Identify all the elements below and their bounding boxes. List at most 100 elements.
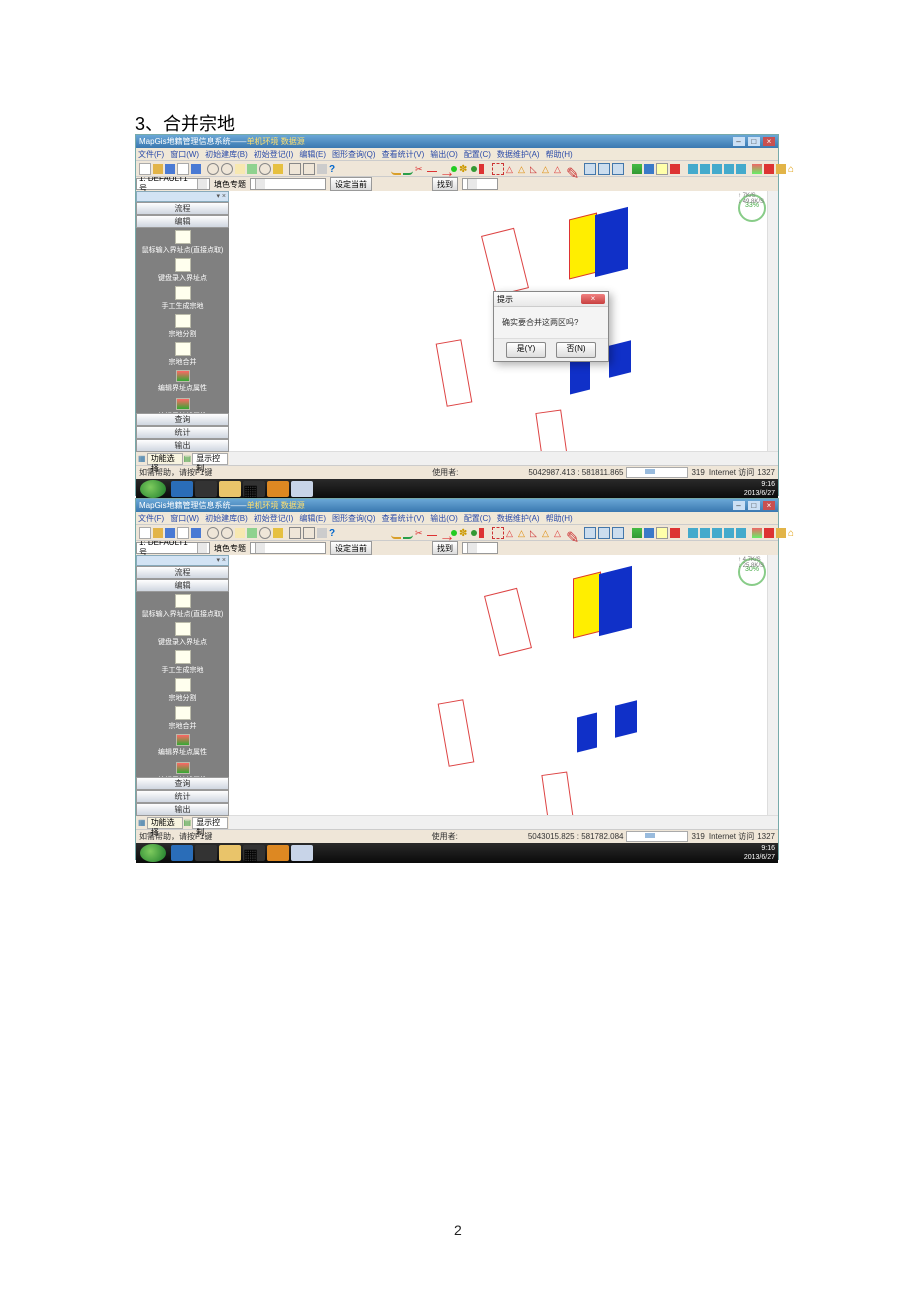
sidebar-btn-stat[interactable]: 统计 [136, 790, 229, 803]
tri3-icon[interactable]: ◺ [530, 164, 540, 174]
theme-combo[interactable] [250, 178, 326, 190]
sidebar-item-merge[interactable]: 宗地合并 [136, 704, 229, 732]
sidebar-item-jzd-attr[interactable]: 编辑界址点属性 [136, 368, 229, 396]
stamp-icon[interactable] [764, 528, 774, 538]
folder-icon[interactable] [776, 164, 786, 174]
sidebar-item-mouse-jzd[interactable]: 鼠标输入界址点(直接点取) [136, 592, 229, 620]
tri4-icon[interactable]: △ [542, 528, 552, 538]
tri1-icon[interactable]: △ [506, 528, 516, 538]
sidebar-btn-stat[interactable]: 统计 [136, 426, 229, 439]
menu-window[interactable]: 窗口(W) [170, 513, 199, 524]
tab-func[interactable]: 功能选择 [147, 453, 183, 465]
zoomout-icon[interactable] [221, 527, 233, 539]
lock-icon[interactable] [273, 164, 283, 174]
dialog-yes-button[interactable]: 是(Y) [506, 342, 546, 358]
lock-icon[interactable] [273, 528, 283, 538]
taskbar-explorer-icon[interactable] [219, 845, 241, 861]
menu-datamaint[interactable]: 数据维护(A) [497, 513, 540, 524]
sidebar-btn-flow[interactable]: 流程 [136, 566, 229, 579]
print-icon[interactable] [317, 164, 327, 174]
taskbar-clock[interactable]: 9:16 2013/6/27 [744, 480, 775, 498]
sidebar-btn-output[interactable]: 输出 [136, 803, 229, 816]
cut-icon[interactable]: ✂ [415, 528, 425, 538]
sidebar-header[interactable]: ▾ × [136, 191, 229, 202]
open-icon[interactable] [153, 164, 163, 174]
legend-icon[interactable] [656, 163, 668, 175]
tri5-icon[interactable]: △ [554, 528, 564, 538]
table3-icon[interactable] [612, 163, 624, 175]
sidebar-btn-output[interactable]: 输出 [136, 439, 229, 452]
dialog-close-button[interactable]: × [581, 294, 605, 304]
vertical-scrollbar[interactable] [767, 555, 778, 816]
maximize-button[interactable]: □ [748, 501, 760, 510]
saveall-icon[interactable] [191, 528, 201, 538]
tab-disp[interactable]: 显示控制 [192, 817, 228, 829]
sidebar-btn-flow[interactable]: 流程 [136, 202, 229, 215]
menu-output[interactable]: 输出(O) [430, 149, 458, 160]
new-icon[interactable] [139, 163, 151, 175]
cut-icon[interactable]: ✂ [415, 164, 425, 174]
tri2-icon[interactable]: △ [518, 164, 528, 174]
taskbar-lib-icon[interactable] [195, 845, 217, 861]
legend-icon[interactable] [656, 527, 668, 539]
menu-initdb[interactable]: 初始建库(B) [205, 149, 248, 160]
tab-func[interactable]: 功能选择 [147, 817, 183, 829]
set-current-button[interactable]: 设定当前 [330, 541, 372, 555]
table2-icon[interactable] [598, 163, 610, 175]
table2-icon[interactable] [598, 527, 610, 539]
grid2-icon[interactable] [303, 163, 315, 175]
start-button[interactable] [140, 844, 166, 862]
zoomout-icon[interactable] [221, 163, 233, 175]
horizontal-scrollbar[interactable] [229, 815, 778, 829]
table1-icon[interactable] [584, 163, 596, 175]
stamp-icon[interactable] [764, 164, 774, 174]
layers-icon[interactable] [632, 528, 642, 538]
chart-icon[interactable] [644, 164, 654, 174]
new-icon[interactable] [139, 527, 151, 539]
zoomin-icon[interactable] [207, 163, 219, 175]
menu-config[interactable]: 配置(C) [464, 513, 491, 524]
tab-disp[interactable]: 显示控制 [192, 453, 228, 465]
folder-icon[interactable] [776, 528, 786, 538]
menu-gquery[interactable]: 图形查询(Q) [332, 149, 376, 160]
pan-icon[interactable] [235, 164, 245, 174]
snap-icon[interactable] [492, 527, 504, 539]
undo-icon[interactable] [391, 527, 401, 539]
vertical-scrollbar[interactable] [767, 191, 778, 452]
taskbar-app1-icon[interactable] [267, 845, 289, 861]
menu-file[interactable]: 文件(F) [138, 149, 164, 160]
taskbar-media-icon[interactable]: ▦ [243, 481, 265, 497]
system-tray[interactable] [700, 483, 740, 495]
a1-icon[interactable] [688, 528, 698, 538]
saveall-icon[interactable] [191, 164, 201, 174]
system-tray[interactable] [700, 847, 740, 859]
redo-icon[interactable] [403, 163, 413, 175]
marker-icon[interactable] [479, 164, 484, 174]
menu-gquery[interactable]: 图形查询(Q) [332, 513, 376, 524]
edit-icon[interactable]: ✎ [566, 528, 576, 538]
menu-viewstat[interactable]: 查看统计(V) [382, 513, 425, 524]
theme-combo[interactable] [250, 542, 326, 554]
menu-file[interactable]: 文件(F) [138, 513, 164, 524]
menu-initreg[interactable]: 初始登记(I) [254, 149, 294, 160]
menu-edit[interactable]: 编辑(E) [299, 513, 326, 524]
menu-edit[interactable]: 编辑(E) [299, 149, 326, 160]
line-icon[interactable] [427, 171, 437, 172]
a4-icon[interactable] [724, 164, 734, 174]
sidebar-item-merge[interactable]: 宗地合并 [136, 340, 229, 368]
taskbar-app2-icon[interactable] [291, 481, 313, 497]
menu-output[interactable]: 输出(O) [430, 513, 458, 524]
help-icon[interactable]: ? [329, 528, 339, 538]
plug-icon[interactable] [670, 528, 680, 538]
dialog-no-button[interactable]: 否(N) [556, 342, 596, 358]
taskbar-ie-icon[interactable] [171, 845, 193, 861]
gear-icon[interactable]: ✽ [459, 164, 469, 174]
plug-icon[interactable] [670, 164, 680, 174]
a4-icon[interactable] [724, 528, 734, 538]
dot-icon[interactable] [451, 530, 457, 536]
menu-window[interactable]: 窗口(W) [170, 149, 199, 160]
save-icon[interactable] [165, 164, 175, 174]
saveas-icon[interactable] [177, 527, 189, 539]
start-button[interactable] [140, 480, 166, 498]
layer-combo[interactable]: 1: DEFAULT1号 [136, 178, 210, 190]
